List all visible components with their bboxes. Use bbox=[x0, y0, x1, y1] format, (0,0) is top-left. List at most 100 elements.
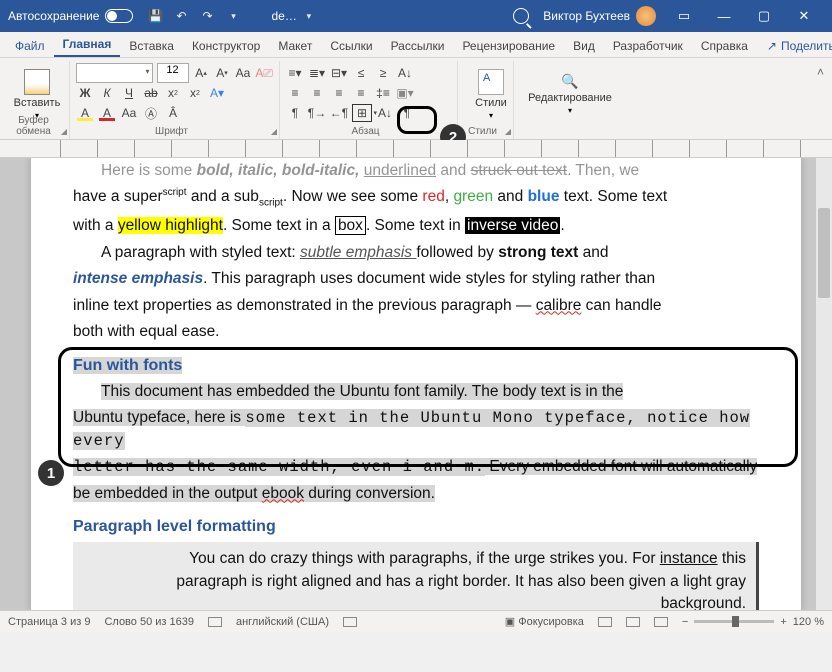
shrink-font-button[interactable]: A▾ bbox=[214, 64, 231, 82]
subscript-button[interactable]: x2 bbox=[164, 84, 182, 102]
zoom-slider[interactable] bbox=[694, 620, 774, 623]
group-font: ▾ 12 A▴ A▾ Aa A⎚ Ж К Ч ab x2 x2 A▾ A A A… bbox=[70, 61, 280, 139]
tab-mailings[interactable]: Рассылки bbox=[382, 35, 454, 57]
share-icon: ↗ bbox=[767, 39, 777, 53]
read-mode-icon[interactable] bbox=[598, 617, 612, 627]
dialog-launcher-icon[interactable]: ◢ bbox=[449, 127, 455, 136]
bullets-button[interactable]: ≡▾ bbox=[286, 64, 304, 82]
tab-view[interactable]: Вид bbox=[564, 35, 604, 57]
highlight-button[interactable]: A bbox=[76, 104, 94, 122]
tab-insert[interactable]: Вставка bbox=[120, 35, 183, 57]
minimize-button[interactable]: — bbox=[704, 0, 744, 32]
text-line: background. bbox=[83, 593, 746, 610]
status-page[interactable]: Страница 3 из 9 bbox=[8, 616, 90, 628]
status-language[interactable]: английский (США) bbox=[236, 616, 329, 628]
decrease-indent-button[interactable]: ≤ bbox=[352, 64, 370, 82]
toggle-off-icon bbox=[105, 9, 133, 23]
underline-button[interactable]: Ч bbox=[120, 84, 138, 102]
rtl-button[interactable]: ←¶ bbox=[330, 104, 348, 122]
focus-mode-button[interactable]: ▣ Фокусировка bbox=[505, 615, 584, 628]
char-shading-button[interactable]: Aa bbox=[120, 104, 138, 122]
zoom-control[interactable]: − + 120 % bbox=[682, 616, 824, 628]
align-left-button[interactable]: ≡ bbox=[286, 84, 304, 102]
text-effects-button[interactable]: A▾ bbox=[208, 84, 226, 102]
ribbon: Вставить ▾ Буфер обмена ◢ ▾ 12 A▴ A▾ Aa … bbox=[0, 58, 832, 140]
font-name-select[interactable]: ▾ bbox=[76, 63, 153, 83]
qat-dropdown-icon[interactable]: ▾ bbox=[225, 8, 241, 24]
zoom-out-button[interactable]: − bbox=[682, 616, 688, 628]
editing-label: Редактирование bbox=[528, 92, 612, 104]
text-line: have a superscript and a subscript. Now … bbox=[73, 186, 759, 211]
dialog-launcher-icon[interactable]: ◢ bbox=[271, 127, 277, 136]
title-chevron-down-icon[interactable]: ▾ bbox=[301, 8, 317, 24]
ltr-button[interactable]: ¶→ bbox=[308, 104, 326, 122]
font-size-select[interactable]: 12 bbox=[157, 63, 189, 83]
line-spacing-button[interactable]: ‡≡ bbox=[374, 84, 392, 102]
dialog-launcher-icon[interactable]: ◢ bbox=[61, 127, 67, 136]
search-icon[interactable] bbox=[513, 8, 529, 24]
undo-icon[interactable]: ↶ bbox=[173, 8, 189, 24]
autosave-toggle[interactable]: Автосохранение bbox=[8, 9, 133, 23]
scrollbar-thumb[interactable] bbox=[818, 208, 830, 298]
show-marks-button[interactable]: ¶ bbox=[286, 104, 304, 122]
borders-button[interactable]: ⊞▾ bbox=[352, 104, 372, 122]
tab-design[interactable]: Конструктор bbox=[183, 35, 269, 57]
horizontal-ruler[interactable] bbox=[0, 140, 832, 158]
enclose-button[interactable]: Ⓐ bbox=[142, 104, 160, 122]
styles-button[interactable]: A Стили ▾ bbox=[464, 63, 518, 125]
tab-developer[interactable]: Разработчик bbox=[604, 35, 692, 57]
tab-home[interactable]: Главная bbox=[54, 33, 121, 57]
redo-icon[interactable]: ↷ bbox=[199, 8, 215, 24]
tab-layout[interactable]: Макет bbox=[269, 35, 321, 57]
status-bar: Страница 3 из 9 Слово 50 из 1639 английс… bbox=[0, 610, 832, 632]
chevron-down-icon: ▾ bbox=[489, 111, 493, 120]
superscript-button[interactable]: x2 bbox=[186, 84, 204, 102]
spellcheck-icon[interactable] bbox=[208, 617, 222, 627]
account-button[interactable]: Виктор Бухтеев bbox=[543, 6, 656, 26]
tab-review[interactable]: Рецензирование bbox=[453, 35, 564, 57]
font-color-button[interactable]: A bbox=[98, 104, 116, 122]
pilcrow-button[interactable]: ¶ bbox=[398, 104, 416, 122]
right-aligned-paragraph: You can do crazy things with paragraphs,… bbox=[73, 542, 759, 610]
maximize-button[interactable]: ▢ bbox=[744, 0, 784, 32]
multilevel-button[interactable]: ⊟▾ bbox=[330, 64, 348, 82]
zoom-in-button[interactable]: + bbox=[780, 616, 786, 628]
tab-file[interactable]: Файл bbox=[6, 35, 54, 57]
shading-button[interactable]: ▣▾ bbox=[396, 84, 414, 102]
change-case-button[interactable]: Aa bbox=[234, 64, 251, 82]
align-center-button[interactable]: ≡ bbox=[308, 84, 326, 102]
page[interactable]: Here is some bold, italic, bold-italic, … bbox=[31, 158, 801, 610]
print-layout-icon[interactable] bbox=[626, 617, 640, 627]
web-layout-icon[interactable] bbox=[654, 617, 668, 627]
dialog-launcher-icon[interactable]: ◢ bbox=[505, 127, 511, 136]
ribbon-options-button[interactable]: ▭ bbox=[664, 0, 704, 32]
strike-button[interactable]: ab bbox=[142, 84, 160, 102]
sort-button[interactable]: A↓ bbox=[396, 64, 414, 82]
share-button[interactable]: ↗ Поделиться bbox=[757, 35, 832, 57]
zoom-value[interactable]: 120 % bbox=[793, 616, 824, 628]
collapse-ribbon-button[interactable]: ˄ bbox=[813, 61, 828, 139]
editing-button[interactable]: 🔍 Редактирование ▾ bbox=[520, 63, 620, 125]
justify-button[interactable]: ≡ bbox=[352, 84, 370, 102]
italic-button[interactable]: К bbox=[98, 84, 116, 102]
vertical-scrollbar[interactable] bbox=[816, 158, 832, 610]
numbering-button[interactable]: ≣▾ bbox=[308, 64, 326, 82]
align-right-button[interactable]: ≡ bbox=[330, 84, 348, 102]
user-name: Виктор Бухтеев bbox=[543, 9, 630, 23]
bold-button[interactable]: Ж bbox=[76, 84, 94, 102]
close-button[interactable]: ✕ bbox=[784, 0, 824, 32]
tab-help[interactable]: Справка bbox=[692, 35, 757, 57]
save-icon[interactable]: 💾 bbox=[147, 8, 163, 24]
clear-format-button[interactable]: A⎚ bbox=[255, 64, 273, 82]
status-words[interactable]: Слово 50 из 1639 bbox=[104, 616, 194, 628]
phonetic-button[interactable]: Â bbox=[164, 104, 182, 122]
share-label: Поделиться bbox=[781, 39, 832, 53]
sort-para-button[interactable]: A↓ bbox=[376, 104, 394, 122]
increase-indent-button[interactable]: ≥ bbox=[374, 64, 392, 82]
tab-references[interactable]: Ссылки bbox=[321, 35, 381, 57]
group-editing: 🔍 Редактирование ▾ bbox=[514, 61, 624, 139]
chevron-down-icon: ▾ bbox=[145, 67, 149, 76]
accessibility-icon[interactable] bbox=[343, 617, 357, 627]
grow-font-button[interactable]: A▴ bbox=[193, 64, 210, 82]
group-styles: A Стили ▾ Стили ◢ bbox=[458, 61, 514, 139]
